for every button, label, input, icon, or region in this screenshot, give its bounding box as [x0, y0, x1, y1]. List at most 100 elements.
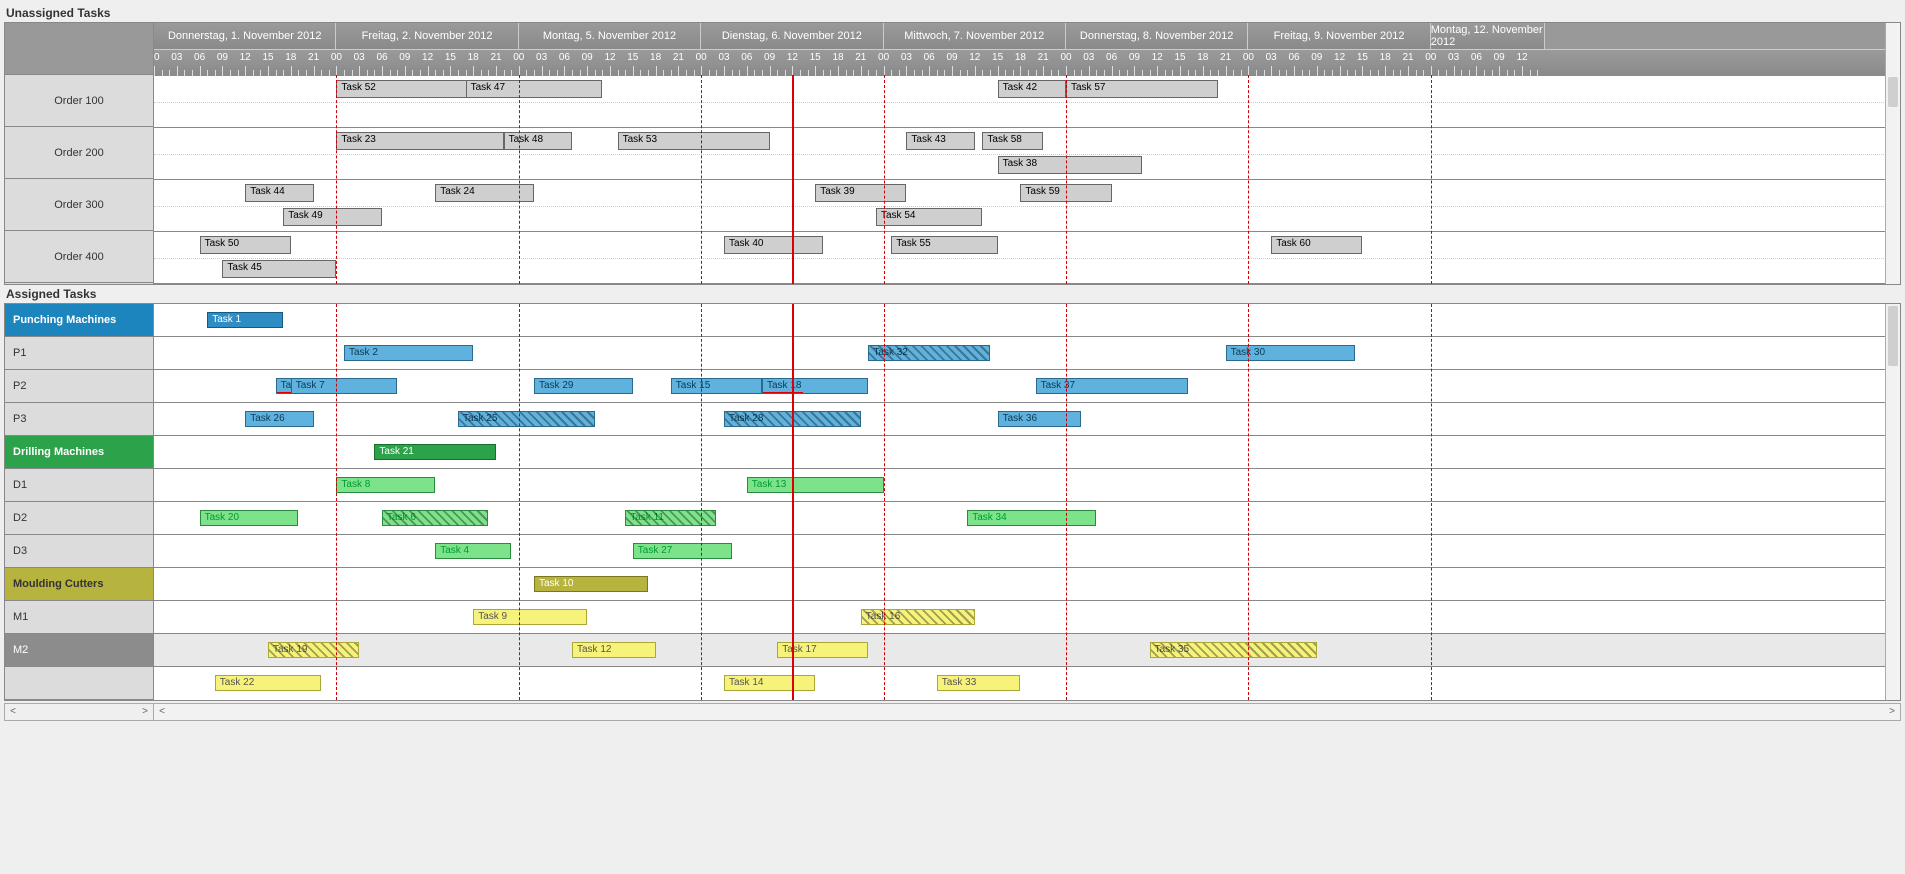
row-header-res-p2[interactable]: P2 — [5, 370, 153, 403]
lane-grp-drill[interactable]: Task 21 — [154, 436, 1900, 469]
row-header-grp-drill[interactable]: Drilling Machines — [5, 436, 153, 469]
task-bar[interactable]: Task 21 — [374, 444, 496, 460]
task-bar[interactable]: Task 23 — [336, 132, 503, 150]
task-bar[interactable]: Task 25 — [458, 411, 595, 427]
row-header-res-p1[interactable]: P1 — [5, 337, 153, 370]
task-bar[interactable]: Task 30 — [1226, 345, 1355, 361]
task-bar[interactable]: Task 13 — [747, 477, 884, 493]
task-bar[interactable]: Task 33 — [937, 675, 1021, 691]
task-bar[interactable]: Task 8 — [336, 477, 435, 493]
task-bar[interactable]: Task 16 — [861, 609, 975, 625]
lane-grp-mould[interactable]: Task 10 — [154, 568, 1900, 601]
task-bar[interactable]: Task 29 — [534, 378, 633, 394]
task-bar[interactable]: Task 19 — [268, 642, 359, 658]
row-header-res-p3[interactable]: P3 — [5, 403, 153, 436]
task-bar[interactable]: Task 55 — [891, 236, 997, 254]
task-bar[interactable]: Task 42 — [998, 80, 1066, 98]
task-bar[interactable]: Task 60 — [1271, 236, 1362, 254]
task-bar[interactable]: Task 49 — [283, 208, 382, 226]
task-bar[interactable]: Task 43 — [906, 132, 974, 150]
row-header-grp-punch[interactable]: Punching Machines — [5, 304, 153, 337]
lane-grp-punch[interactable]: Task 1 — [154, 304, 1900, 337]
task-bar[interactable]: Task 40 — [724, 236, 823, 254]
scroll-left-icon[interactable]: < — [154, 704, 170, 720]
lane-res-p1[interactable]: Task 2 Task 32 Task 30 — [154, 337, 1900, 370]
lane-res-m1[interactable]: Task 9 Task 16 — [154, 601, 1900, 634]
lane-order-100[interactable]: Task 52Task 47 Task 42Task 57 — [154, 76, 1900, 128]
lane-res-m2[interactable]: Task 19 Task 12 Task 17 Task 35 — [154, 634, 1900, 667]
task-bar[interactable]: Task 26 — [245, 411, 313, 427]
lane-res-d3[interactable]: Task 4 Task 27 — [154, 535, 1900, 568]
task-bar[interactable]: Task 11 — [625, 510, 716, 526]
row-header-grp-mould[interactable]: Moulding Cutters — [5, 568, 153, 601]
hour-label: 12 — [1334, 52, 1345, 63]
task-bar[interactable]: Task 9 — [473, 609, 587, 625]
task-bar[interactable]: Task 20 — [200, 510, 299, 526]
task-bar[interactable]: Task 22 — [215, 675, 321, 691]
hour-label: 09 — [582, 52, 593, 63]
task-bar[interactable]: Task 45 — [222, 260, 336, 278]
task-bar[interactable]: Task 17 — [777, 642, 868, 658]
scroll-right-icon[interactable]: > — [1884, 704, 1900, 720]
task-bar[interactable]: Task 6 — [382, 510, 488, 526]
task-bar[interactable]: Task 34 — [967, 510, 1096, 526]
task-bar[interactable]: Task 14 — [724, 675, 815, 691]
scroll-right-icon[interactable]: > — [137, 704, 153, 720]
task-bar[interactable]: Task 15 — [671, 378, 762, 394]
task-bar[interactable]: Task 44 — [245, 184, 313, 202]
hscroll[interactable]: < > < > — [4, 703, 1901, 721]
hour-label: 18 — [1197, 52, 1208, 63]
chart-area-assigned[interactable]: Task 1Task 2Task 32Task 30Task 3Task 7Ta… — [154, 304, 1900, 700]
task-bar[interactable]: Task 10 — [534, 576, 648, 592]
chart-area-unassigned[interactable]: Donnerstag, 1. November 2012Freitag, 2. … — [154, 23, 1900, 284]
task-bar[interactable]: Task 18 — [762, 378, 868, 394]
task-bar[interactable]: Task 50 — [200, 236, 291, 254]
task-bar[interactable]: Task 47 — [466, 80, 603, 98]
row-header-order-100[interactable]: Order 100 — [5, 75, 153, 127]
lane-order-300[interactable]: Task 44 Task 24 Task 39 Task 59 Task 49 Task … — [154, 180, 1900, 232]
lane-res-p2[interactable]: Task 3Task 7Task 29Task 15Task 18Task 37 — [154, 370, 1900, 403]
task-bar[interactable]: Task 52 — [336, 80, 473, 98]
task-bar[interactable]: Task 1 — [207, 312, 283, 328]
hour-label: 18 — [1380, 52, 1391, 63]
lane-res-d2[interactable]: Task 20 Task 6 Task 11 Task 34 — [154, 502, 1900, 535]
task-bar[interactable]: Task 27 — [633, 543, 732, 559]
task-bar[interactable]: Task 24 — [435, 184, 534, 202]
task-bar[interactable]: Task 54 — [876, 208, 982, 226]
task-bar[interactable]: Task 4 — [435, 543, 511, 559]
task-bar[interactable]: Task 37 — [1036, 378, 1188, 394]
task-bar[interactable]: Task 7 — [291, 378, 397, 394]
task-bar[interactable]: Task 48 — [504, 132, 572, 150]
lane-order-400[interactable]: Task 50 Task 40 Task 55 Task 60 Task 45 — [154, 232, 1900, 284]
hour-label: 21 — [855, 52, 866, 63]
task-bar[interactable]: Task 12 — [572, 642, 656, 658]
row-header-order-300[interactable]: Order 300 — [5, 179, 153, 231]
row-header-res-m2[interactable]: M2 — [5, 634, 153, 667]
row-header-res-d1[interactable]: D1 — [5, 469, 153, 502]
row-header-res-m3[interactable] — [5, 667, 153, 700]
row-header-res-d3[interactable]: D3 — [5, 535, 153, 568]
scroll-left-icon[interactable]: < — [5, 704, 21, 720]
vscroll-unassigned[interactable] — [1885, 23, 1900, 284]
row-header-res-m1[interactable]: M1 — [5, 601, 153, 634]
task-bar[interactable]: Task 2 — [344, 345, 473, 361]
task-bar[interactable]: Task 32 — [868, 345, 990, 361]
lane-res-p3[interactable]: Task 26Task 25Task 28Task 36 — [154, 403, 1900, 436]
task-bar[interactable]: Task 35 — [1150, 642, 1317, 658]
task-bar[interactable]: Task 38 — [998, 156, 1142, 174]
lane-order-200[interactable]: Task 23Task 48 Task 53 Task 43 Task 58 Task … — [154, 128, 1900, 180]
lane-res-m3[interactable]: Task 22 Task 14 Task 33 — [154, 667, 1900, 696]
row-header-order-400[interactable]: Order 400 — [5, 231, 153, 283]
hour-label: 21 — [1038, 52, 1049, 63]
task-bar[interactable]: Task 57 — [1066, 80, 1218, 98]
lane-res-d1[interactable]: Task 8 Task 13 — [154, 469, 1900, 502]
task-bar[interactable]: Task 53 — [618, 132, 770, 150]
vscroll-assigned[interactable] — [1885, 304, 1900, 700]
task-bar[interactable]: Task 39 — [815, 184, 906, 202]
task-bar[interactable]: Task 59 — [1020, 184, 1111, 202]
row-header-order-200[interactable]: Order 200 — [5, 127, 153, 179]
hour-label: 03 — [1448, 52, 1459, 63]
row-header-res-d2[interactable]: D2 — [5, 502, 153, 535]
task-bar[interactable]: Task 58 — [982, 132, 1043, 150]
task-bar[interactable]: Task 36 — [998, 411, 1082, 427]
